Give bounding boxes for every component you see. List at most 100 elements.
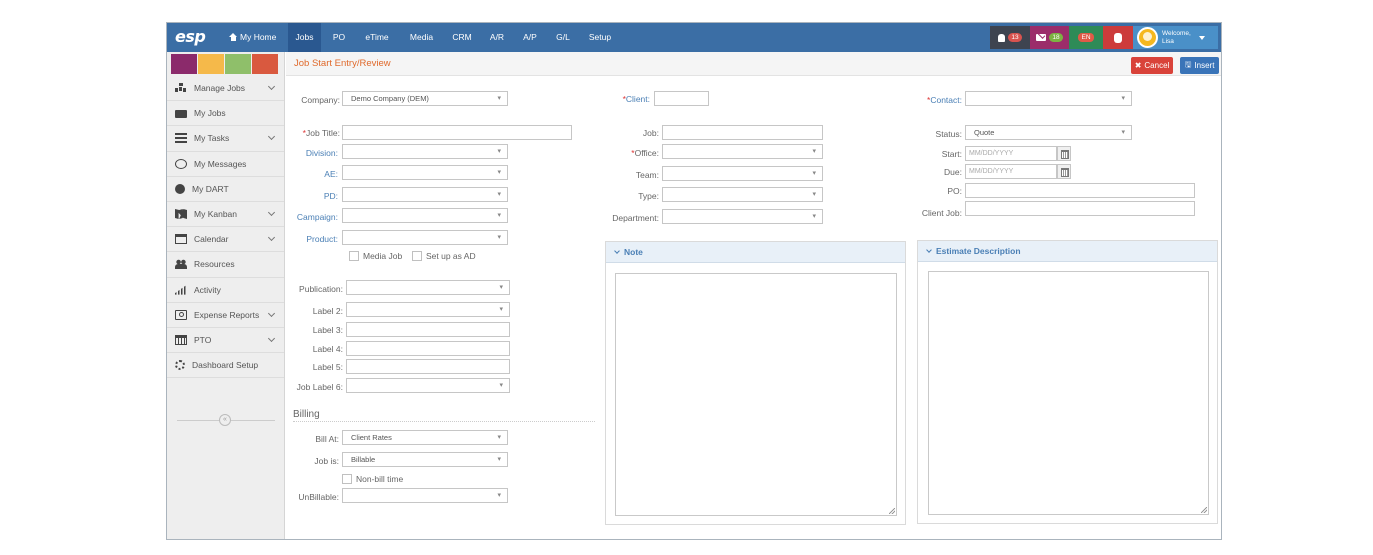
sidebar-item-resources[interactable]: Resources: [167, 252, 284, 278]
bell-icon: [998, 33, 1006, 42]
department-select[interactable]: [662, 209, 823, 224]
start-calendar-icon[interactable]: [1057, 146, 1071, 161]
sidebar-item-dashboard-setup[interactable]: Dashboard Setup: [167, 353, 284, 379]
pd-select[interactable]: [342, 187, 508, 202]
top-right-toolbar: 13 18 EN Welcome, Lisa: [990, 26, 1218, 49]
start-date-input[interactable]: MM/DD/YYYY: [965, 146, 1057, 161]
sidebar-item-expense-reports[interactable]: Expense Reports: [167, 303, 284, 328]
label3-input[interactable]: [346, 322, 510, 337]
insert-button[interactable]: 🖫 Insert: [1180, 57, 1219, 74]
my-home-link[interactable]: My Home: [229, 32, 276, 42]
page-title: Job Start Entry/Review: [294, 58, 391, 69]
client-label: Client:: [600, 94, 650, 104]
nav-tab-po[interactable]: PO: [327, 23, 351, 52]
due-date-input[interactable]: MM/DD/YYYY: [965, 164, 1057, 179]
user-menu[interactable]: Welcome, Lisa: [1133, 26, 1218, 49]
label2-select[interactable]: [346, 302, 510, 317]
nav-tab-jobs[interactable]: Jobs: [288, 23, 321, 52]
label4-input[interactable]: [346, 341, 510, 356]
status-select[interactable]: Quote: [965, 125, 1132, 140]
label2-label: Label 2:: [312, 306, 343, 316]
publication-select[interactable]: [346, 280, 510, 295]
sidebar-item-calendar[interactable]: Calendar: [167, 227, 284, 253]
due-calendar-icon[interactable]: [1057, 164, 1071, 179]
unbillable-select[interactable]: [342, 488, 508, 503]
unbillable-label: UnBillable:: [298, 492, 339, 502]
division-label[interactable]: Division:: [290, 148, 338, 158]
client-job-input[interactable]: [965, 201, 1195, 216]
campaign-select[interactable]: [342, 208, 508, 223]
map-icon: [175, 209, 187, 220]
sidebar-item-pto[interactable]: PTO: [167, 328, 284, 354]
sidebar-item-label: My Jobs: [194, 108, 226, 119]
team-select[interactable]: [662, 166, 823, 181]
client-input[interactable]: [654, 91, 709, 106]
estimate-textarea[interactable]: [928, 271, 1209, 515]
checkbox-box[interactable]: [342, 474, 352, 484]
nav-tab-media[interactable]: Media: [404, 23, 439, 52]
job-is-select[interactable]: Billable: [342, 452, 508, 467]
nav-tab-crm[interactable]: CRM: [448, 23, 476, 52]
sidebar-item-label: My Tasks: [194, 133, 230, 144]
sidebar-item-manage-jobs[interactable]: Manage Jobs: [167, 76, 284, 102]
office-select[interactable]: [662, 144, 823, 159]
non-bill-checkbox[interactable]: Non-bill time: [342, 474, 403, 484]
job-title-input[interactable]: [342, 125, 572, 140]
label5-input[interactable]: [346, 359, 510, 374]
ae-select[interactable]: [342, 165, 508, 180]
messages-button[interactable]: 18: [1030, 26, 1069, 49]
theme-swatch-purple[interactable]: [171, 54, 197, 74]
sidebar-item-activity[interactable]: Activity: [167, 278, 284, 303]
bill-at-select[interactable]: Client Rates: [342, 430, 508, 445]
nav-tab-gl[interactable]: G/L: [550, 23, 576, 52]
notifications-button[interactable]: 13: [990, 26, 1030, 49]
nav-tab-etime[interactable]: eTime: [359, 23, 395, 52]
my-home-label: My Home: [240, 32, 277, 42]
theme-swatch-green[interactable]: [225, 54, 251, 74]
money-icon: [175, 309, 187, 320]
company-select[interactable]: Demo Company (DEM): [342, 91, 508, 106]
sidebar-item-my-dart[interactable]: My DART: [167, 177, 284, 202]
product-label[interactable]: Product:: [290, 234, 338, 244]
setup-ad-checkbox[interactable]: Set up as AD: [412, 251, 476, 261]
contact-select[interactable]: [965, 91, 1132, 106]
chevron-down-icon: [267, 208, 276, 216]
division-select[interactable]: [342, 144, 508, 159]
ae-label[interactable]: AE:: [290, 169, 338, 179]
type-select[interactable]: [662, 187, 823, 202]
job-input[interactable]: [662, 125, 823, 140]
sidebar-collapse-button[interactable]: «: [177, 414, 275, 426]
database-button[interactable]: [1103, 26, 1133, 49]
cancel-button[interactable]: ✖ Cancel: [1131, 57, 1173, 74]
theme-swatch-orange[interactable]: [198, 54, 224, 74]
esp-logo[interactable]: esp: [175, 27, 206, 46]
collapse-icon: «: [219, 414, 231, 426]
pd-label[interactable]: PD:: [290, 191, 338, 201]
job-label6-select[interactable]: [346, 378, 510, 393]
page-header: Job Start Entry/Review ✖ Cancel 🖫 Insert: [286, 52, 1221, 76]
chevron-down-icon: [926, 247, 932, 253]
contact-label-text[interactable]: Contact:: [930, 95, 962, 105]
caret-down-icon: [1198, 35, 1205, 40]
estimate-panel-header[interactable]: Estimate Description: [918, 241, 1217, 262]
theme-swatch-red[interactable]: [252, 54, 278, 74]
sidebar-item-my-jobs[interactable]: My Jobs: [167, 101, 284, 127]
media-job-checkbox[interactable]: Media Job: [349, 251, 402, 261]
checkbox-box[interactable]: [412, 251, 422, 261]
nav-tab-ar[interactable]: A/R: [484, 23, 510, 52]
avatar: [1137, 27, 1158, 48]
language-button[interactable]: EN: [1069, 26, 1103, 49]
sidebar-item-my-kanban[interactable]: My Kanban: [167, 202, 284, 228]
note-textarea[interactable]: [615, 273, 897, 516]
po-input[interactable]: [965, 183, 1195, 198]
nav-tab-ap[interactable]: A/P: [517, 23, 543, 52]
nav-tab-setup[interactable]: Setup: [584, 23, 616, 52]
sidebar-item-my-tasks[interactable]: My Tasks: [167, 126, 284, 152]
campaign-label[interactable]: Campaign:: [290, 212, 338, 222]
checkbox-box[interactable]: [349, 251, 359, 261]
client-label-text[interactable]: Client:: [626, 94, 650, 104]
non-bill-label: Non-bill time: [356, 474, 404, 484]
product-select[interactable]: [342, 230, 508, 245]
note-panel-header[interactable]: Note: [606, 242, 905, 263]
sidebar-item-my-messages[interactable]: My Messages: [167, 152, 284, 177]
